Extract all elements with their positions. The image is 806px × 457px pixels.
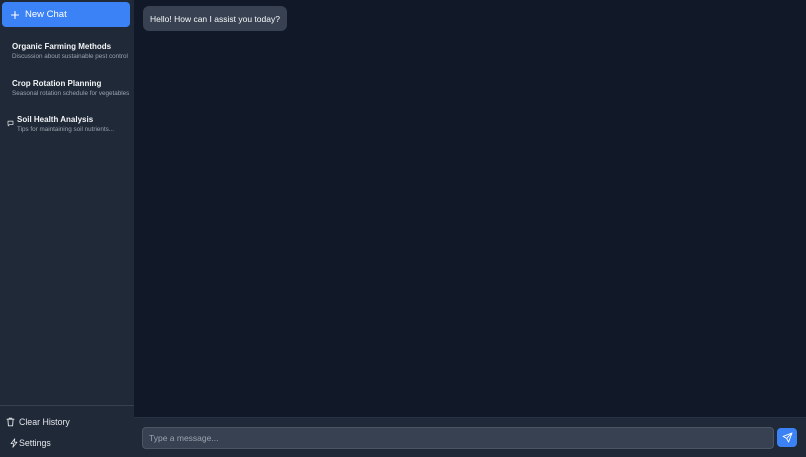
send-icon [782,432,793,443]
assistant-message-bubble: Hello! How can I assist you today? [143,6,287,31]
message-icon [7,120,14,127]
chat-history-item-active[interactable]: Soil Health Analysis Tips for maintainin… [0,115,134,145]
clear-history-label: Clear History [19,417,70,427]
chat-main: Hello! How can I assist you today? [134,0,806,457]
composer-bar [134,417,806,457]
chat-subtitle: Seasonal rotation schedule for vegetable… [12,90,130,97]
chat-title: Soil Health Analysis [17,115,94,124]
sidebar: New Chat Organic Farming Methods Discuss… [0,0,134,457]
send-button[interactable] [777,428,797,447]
bolt-icon [9,438,19,448]
chat-history-item[interactable]: Crop Rotation Planning Seasonal rotation… [0,79,134,109]
chat-subtitle: Tips for maintaining soil nutrients... [17,126,115,133]
chat-title: Crop Rotation Planning [12,79,102,88]
plus-icon [10,10,20,20]
new-chat-button[interactable]: New Chat [2,2,130,27]
clear-history-button[interactable]: Clear History [0,413,134,431]
settings-label: Settings [19,438,51,448]
settings-button[interactable]: Settings [0,434,134,452]
message-input[interactable] [142,427,774,449]
chat-history-item[interactable]: Organic Farming Methods Discussion about… [0,42,134,72]
sidebar-footer: Clear History Settings [0,405,134,457]
trash-icon [6,417,15,427]
chat-subtitle: Discussion about sustainable pest contro… [12,53,128,60]
new-chat-label: New Chat [25,9,67,20]
chat-title: Organic Farming Methods [12,42,112,51]
